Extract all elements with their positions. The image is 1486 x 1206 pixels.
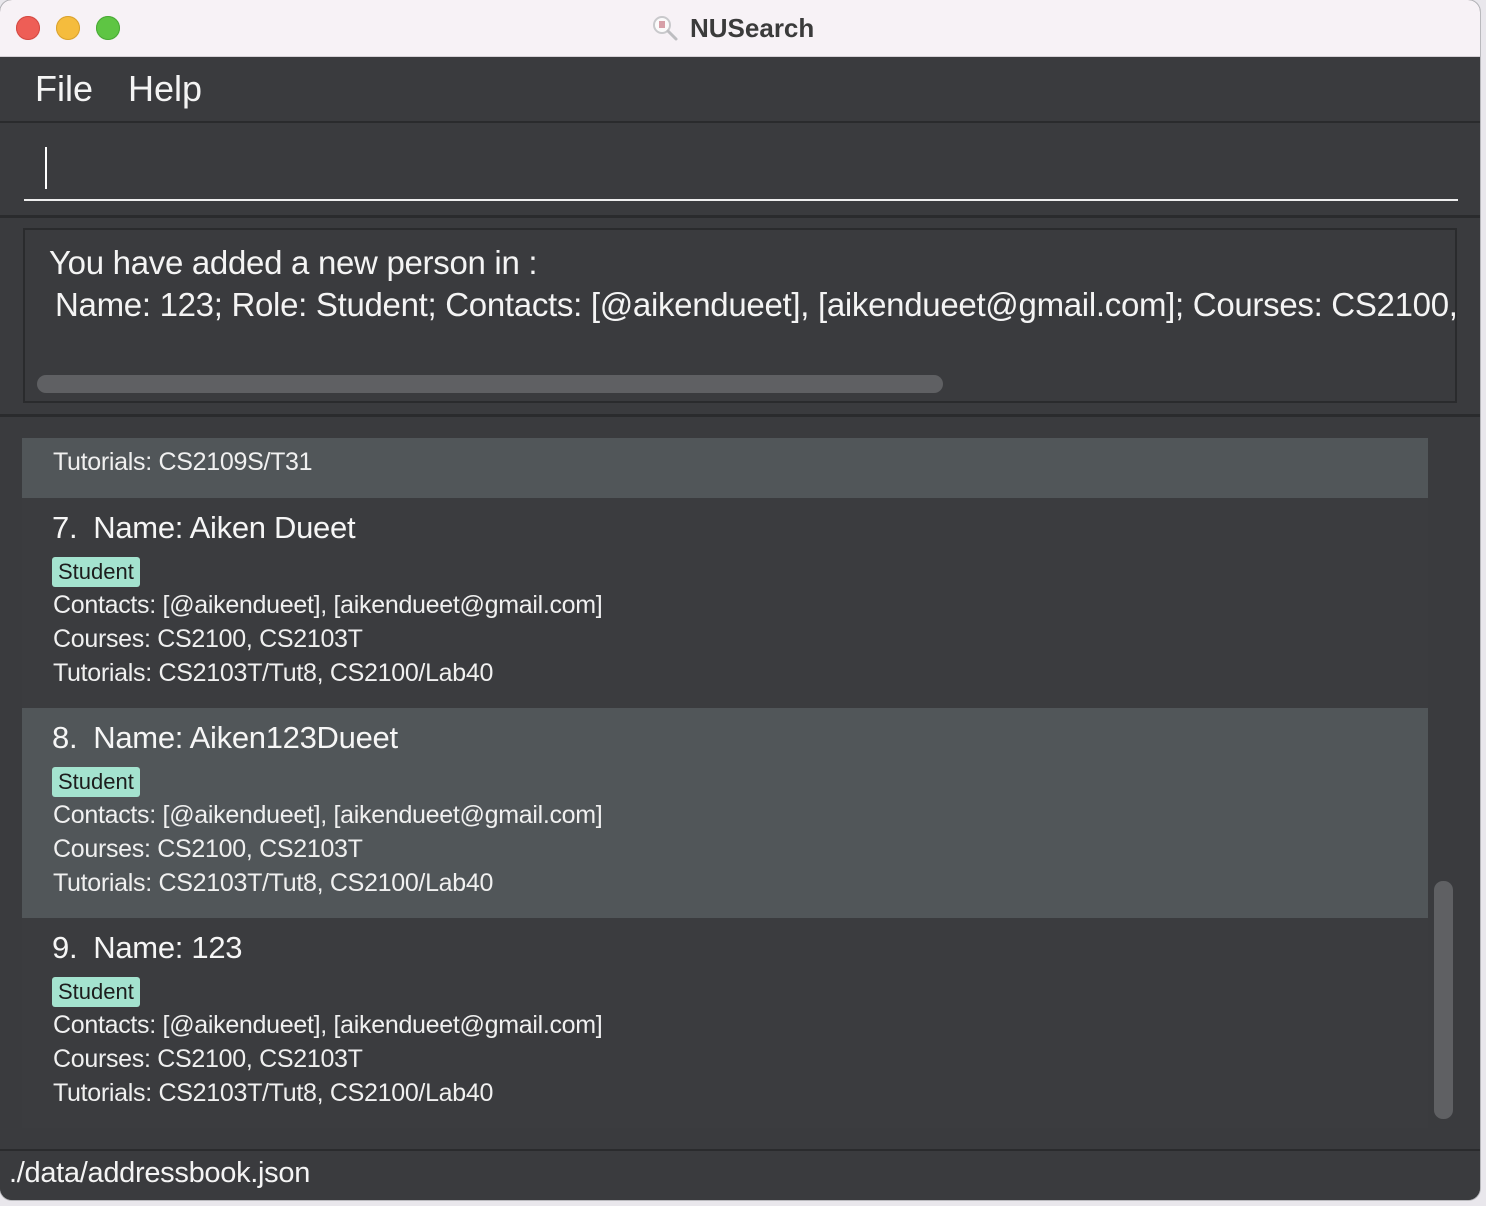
status-bar: ./data/addressbook.json [0,1149,1480,1200]
save-location-path: ./data/addressbook.json [9,1157,311,1189]
window-title: NUSearch [690,12,815,43]
vertical-scrollbar[interactable] [1434,881,1453,1119]
result-message-line: You have added a new person in : [49,244,538,281]
card-courses: Courses: CS2100, CS2103T [53,1045,363,1073]
close-window-button[interactable] [16,16,40,40]
menu-bar: File Help [0,57,1480,123]
card-tutorials: Tutorials: CS2103T/Tut8, CS2100/Lab40 [53,1079,494,1107]
card-title: 9. Name: 123 [52,930,243,966]
person-card[interactable]: 9. Name: 123 Student Contacts: [@aikendue… [22,918,1428,1128]
card-title: 7. Name: Aiken Dueet [52,510,356,546]
person-list[interactable]: Tutorials: CS2109S/T31 7. Name: Aiken Due… [22,438,1428,1128]
person-card-partial[interactable]: Tutorials: CS2109S/T31 [22,438,1428,498]
role-tag: Student [52,977,140,1007]
result-display-panel: You have added a new person in : Name: 1… [0,218,1480,417]
window-title-group: NUSearch [650,0,814,56]
menu-help[interactable]: Help [128,57,202,121]
card-title: 8. Name: Aiken123Dueet [52,720,398,756]
card-contacts: Contacts: [@aikendueet], [aikendueet@gma… [53,801,603,829]
command-box [0,123,1480,218]
card-tutorials: Tutorials: CS2103T/Tut8, CS2100/Lab40 [53,659,494,687]
person-list-panel: Tutorials: CS2109S/T31 7. Name: Aiken Due… [0,417,1480,1148]
person-card[interactable]: 8. Name: Aiken123Dueet Student Contacts: … [22,708,1428,918]
card-tutorials: Tutorials: CS2109S/T31 [53,448,313,476]
app-window: NUSearch File Help You have added a new … [0,0,1480,1200]
card-contacts: Contacts: [@aikendueet], [aikendueet@gma… [53,591,603,619]
title-bar: NUSearch [0,0,1480,57]
result-display[interactable]: You have added a new person in : Name: 1… [23,228,1457,403]
card-name: Name: Aiken Dueet [93,510,356,545]
menu-file[interactable]: File [35,57,93,121]
text-caret [45,147,47,189]
result-detail-line: Name: 123; Role: Student; Contacts: [@ai… [55,286,1457,323]
card-contacts: Contacts: [@aikendueet], [aikendueet@gma… [53,1011,603,1039]
maximize-window-button[interactable] [96,16,120,40]
card-index: 9. [52,930,78,965]
role-tag: Student [52,767,140,797]
card-name: Name: Aiken123Dueet [93,720,398,755]
magnifier-icon [653,16,678,41]
person-card[interactable]: 7. Name: Aiken Dueet Student Contacts: [@… [22,498,1428,708]
horizontal-scrollbar[interactable] [37,375,943,393]
card-index: 8. [52,720,78,755]
minimize-window-button[interactable] [56,16,80,40]
card-name: Name: 123 [93,930,243,965]
command-input[interactable] [24,137,1458,201]
role-tag: Student [52,557,140,587]
card-courses: Courses: CS2100, CS2103T [53,625,363,653]
card-tutorials: Tutorials: CS2103T/Tut8, CS2100/Lab40 [53,869,494,897]
card-index: 7. [52,510,78,545]
card-courses: Courses: CS2100, CS2103T [53,835,363,863]
